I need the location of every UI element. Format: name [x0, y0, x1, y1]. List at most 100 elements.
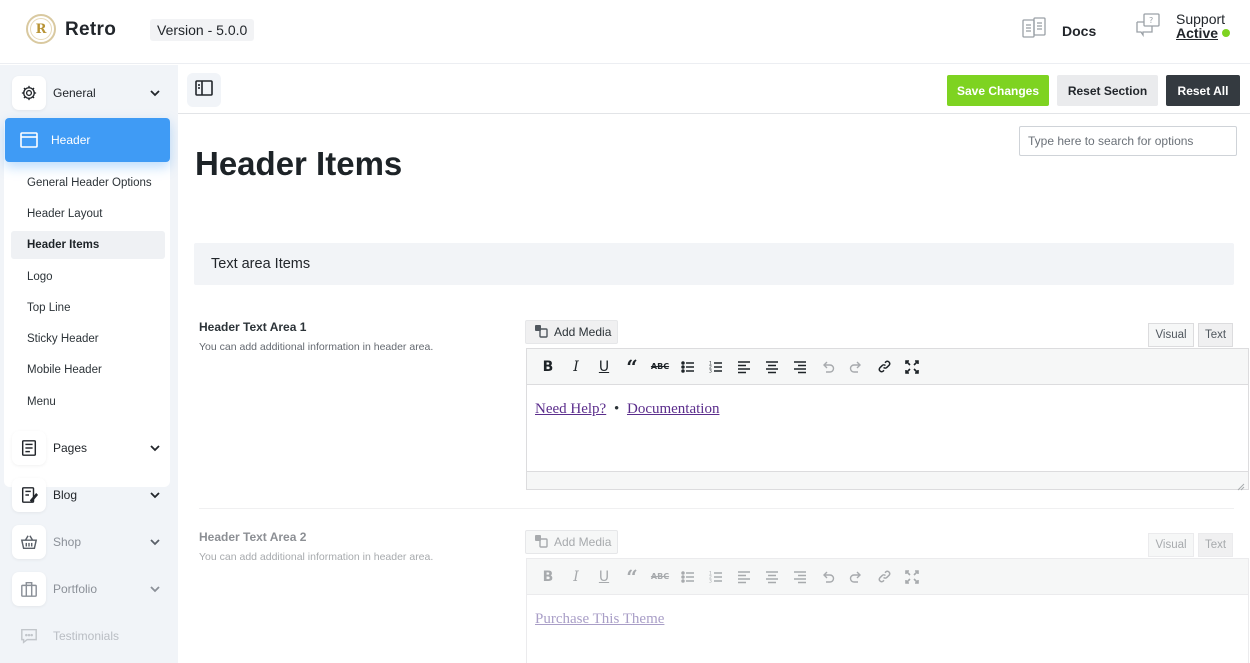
- section-title: Text area Items: [211, 256, 311, 272]
- support-link[interactable]: ? Support Active: [1134, 11, 1231, 45]
- field-header-text-area-1: Header Text Area 1 You can add additiona…: [194, 320, 1249, 500]
- separator: •: [613, 401, 620, 417]
- rich-text-editor: B I U “ ABC 123: [526, 348, 1249, 491]
- chevron-down-icon: [148, 535, 162, 549]
- subitem-top-line[interactable]: Top Line: [27, 302, 70, 314]
- sidebar-item-label: General: [53, 86, 96, 100]
- sidebar-item-pages[interactable]: Pages: [12, 430, 170, 466]
- tab-text[interactable]: Text: [1198, 323, 1233, 347]
- brand-name: Retro: [65, 19, 117, 40]
- subitem-mobile-header[interactable]: Mobile Header: [27, 364, 102, 376]
- reset-all-button[interactable]: Reset All: [1166, 75, 1240, 106]
- logo-letter: R: [30, 18, 52, 40]
- save-changes-button[interactable]: Save Changes: [947, 75, 1049, 106]
- add-media-label: Add Media: [554, 535, 612, 549]
- reset-section-button[interactable]: Reset Section: [1057, 75, 1158, 106]
- bullet-list-icon[interactable]: [674, 353, 702, 381]
- rich-text-editor: B I U “ ABC 123: [526, 558, 1249, 663]
- field-divider: [199, 508, 1234, 509]
- fullscreen-icon[interactable]: [898, 353, 926, 381]
- align-right-icon[interactable]: [786, 353, 814, 381]
- subitem-general-header-options[interactable]: General Header Options: [27, 177, 152, 189]
- sidebar-item-header[interactable]: Header: [5, 118, 170, 162]
- svg-text:3: 3: [709, 578, 712, 584]
- chevron-down-icon: [148, 582, 162, 596]
- subitem-logo[interactable]: Logo: [27, 271, 53, 283]
- align-left-icon[interactable]: [730, 563, 758, 591]
- bold-icon[interactable]: B: [534, 563, 562, 591]
- align-center-icon[interactable]: [758, 353, 786, 381]
- resize-handle-icon[interactable]: [1237, 478, 1245, 491]
- sidebar-item-label: Header: [51, 133, 91, 147]
- fullscreen-icon[interactable]: [898, 563, 926, 591]
- subitem-menu[interactable]: Menu: [27, 396, 56, 408]
- sidebar-item-shop[interactable]: Shop: [12, 524, 170, 560]
- link-icon[interactable]: [870, 353, 898, 381]
- subitem-sticky-header[interactable]: Sticky Header: [27, 333, 99, 345]
- italic-icon[interactable]: I: [562, 563, 590, 591]
- italic-icon[interactable]: I: [562, 353, 590, 381]
- align-left-icon[interactable]: [730, 353, 758, 381]
- docs-label: Docs: [1062, 22, 1097, 39]
- layout-icon: [19, 130, 39, 150]
- docs-icon: [1020, 14, 1048, 47]
- docs-link[interactable]: Docs: [1020, 14, 1096, 47]
- sidebar: General Header General Header Options He…: [0, 65, 178, 663]
- redo-icon[interactable]: [842, 563, 870, 591]
- sidebar-item-blog[interactable]: Blog: [12, 477, 170, 513]
- sidebar-item-general[interactable]: General: [12, 75, 170, 111]
- editor-content[interactable]: Purchase This Theme: [527, 595, 1248, 663]
- strikethrough-icon[interactable]: ABC: [646, 353, 674, 381]
- add-media-button[interactable]: Add Media: [525, 530, 618, 554]
- support-icon: ?: [1134, 12, 1162, 45]
- tab-text[interactable]: Text: [1198, 533, 1233, 557]
- section-header: Text area Items: [194, 243, 1234, 285]
- sidebar-item-testimonials[interactable]: Testimonials: [12, 618, 170, 654]
- add-media-label: Add Media: [554, 325, 612, 339]
- editor-content[interactable]: Need Help? • Documentation: [527, 385, 1248, 471]
- underline-icon[interactable]: U: [590, 353, 618, 381]
- underline-icon[interactable]: U: [590, 563, 618, 591]
- strikethrough-icon[interactable]: ABC: [646, 563, 674, 591]
- page-title: Header Items: [195, 145, 403, 182]
- undo-icon[interactable]: [814, 353, 842, 381]
- align-right-icon[interactable]: [786, 563, 814, 591]
- field-description: You can add additional information in he…: [199, 341, 434, 353]
- subitem-header-layout[interactable]: Header Layout: [27, 208, 102, 220]
- tab-visual[interactable]: Visual: [1148, 533, 1194, 557]
- redo-icon[interactable]: [842, 353, 870, 381]
- briefcase-icon: [12, 572, 46, 606]
- field-title: Header Text Area 1: [199, 320, 307, 334]
- editor-toolbar: B I U “ ABC 123: [527, 349, 1248, 385]
- sidebar-item-label: Testimonials: [53, 629, 120, 643]
- media-icon: [534, 324, 548, 341]
- align-center-icon[interactable]: [758, 563, 786, 591]
- field-title: Header Text Area 2: [199, 530, 307, 544]
- add-media-button[interactable]: Add Media: [525, 320, 618, 344]
- blockquote-icon[interactable]: “: [618, 353, 646, 381]
- version-badge: Version - 5.0.0: [150, 19, 255, 41]
- chevron-down-icon: [148, 441, 162, 455]
- tab-visual[interactable]: Visual: [1148, 323, 1194, 347]
- blockquote-icon[interactable]: “: [618, 563, 646, 591]
- support-label: Support: [1176, 11, 1226, 27]
- sidebar-item-label: Blog: [53, 488, 78, 502]
- search-input[interactable]: [1019, 126, 1237, 156]
- undo-icon[interactable]: [814, 563, 842, 591]
- numbered-list-icon[interactable]: 123: [702, 563, 730, 591]
- link-purchase-theme[interactable]: Purchase This Theme: [535, 611, 664, 627]
- bold-icon[interactable]: B: [534, 353, 562, 381]
- field-description: You can add additional information in he…: [199, 551, 434, 563]
- sidebar-item-portfolio[interactable]: Portfolio: [12, 571, 170, 607]
- bullet-list-icon[interactable]: [674, 563, 702, 591]
- brand-logo[interactable]: R: [26, 14, 56, 44]
- numbered-list-icon[interactable]: 123: [702, 353, 730, 381]
- link-icon[interactable]: [870, 563, 898, 591]
- subitem-header-items[interactable]: Header Items: [27, 239, 99, 251]
- link-documentation[interactable]: Documentation: [627, 401, 719, 417]
- chevron-down-icon: [148, 86, 162, 100]
- sidebar-toggle-button[interactable]: [187, 73, 221, 107]
- editor-statusbar: [527, 471, 1248, 491]
- link-need-help[interactable]: Need Help?: [535, 401, 606, 417]
- field-header-text-area-2: Header Text Area 2 You can add additiona…: [194, 530, 1249, 663]
